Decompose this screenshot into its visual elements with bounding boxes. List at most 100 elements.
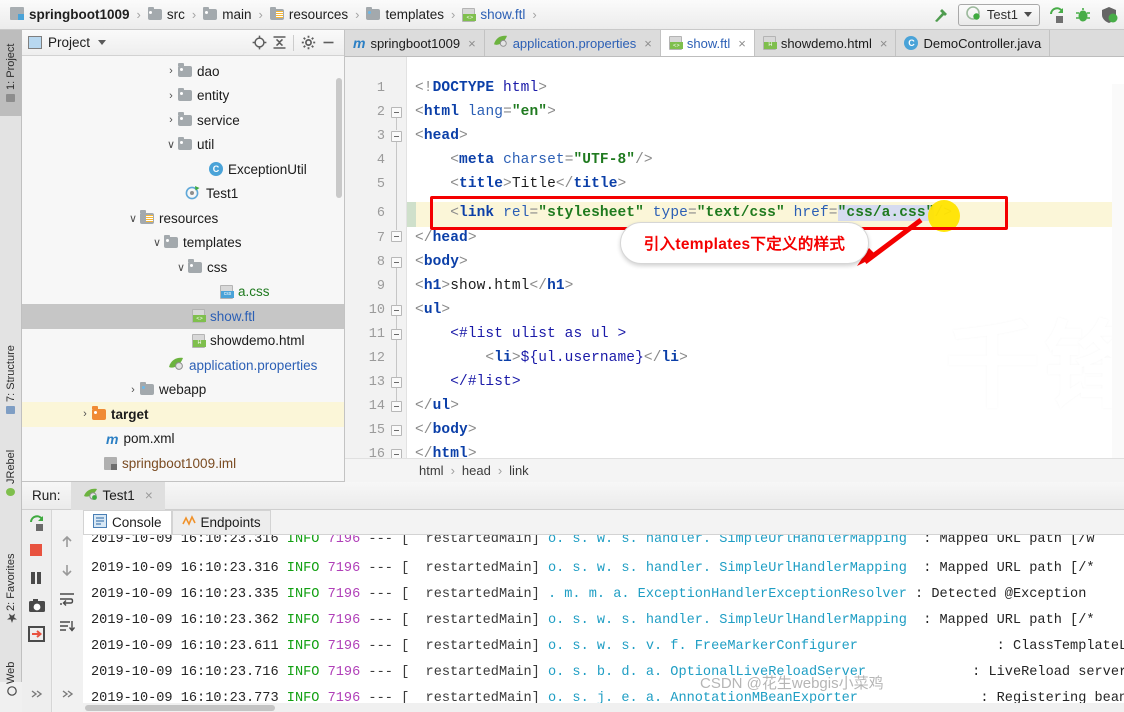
console-hscrollbar[interactable] [83,703,1124,712]
stop-icon[interactable] [28,542,46,560]
breadcrumb-item-templates[interactable]: templates [366,6,444,22]
chevron-right-icon[interactable]: › [164,90,178,102]
fold-marker[interactable] [391,131,402,142]
editor-tab-showdemo-html[interactable]: showdemo.html × [754,30,897,56]
module-icon [10,6,24,23]
tree-item-target[interactable]: › target [22,402,344,427]
tab-console[interactable]: Console [83,510,172,534]
close-icon[interactable]: × [880,36,888,51]
tree-item-pom-xml[interactable]: m pom.xml [102,427,344,452]
tree-item-showdemo-html[interactable]: showdemo.html [188,329,344,354]
tree-item-show-ftl[interactable]: show.ftl [22,304,344,329]
structure-crumb-head[interactable]: head [462,463,491,478]
fold-marker[interactable] [391,401,402,412]
fold-marker[interactable] [391,305,402,316]
sidebar-item-web[interactable]: Web [0,648,22,710]
scroll-up-icon[interactable] [59,534,77,552]
tree-item-resources[interactable]: ∨ resources [122,206,344,231]
chevron-down-icon[interactable]: ∨ [174,261,188,274]
breadcrumb-item-main[interactable]: main [203,6,251,22]
fold-marker[interactable] [391,377,402,388]
collapse-all-icon[interactable] [269,33,289,53]
screenshot-icon[interactable] [28,598,46,616]
more-icon[interactable] [61,688,79,706]
resources-folder-icon [269,6,284,20]
close-icon[interactable]: × [145,488,153,503]
debug-bug-icon[interactable] [1074,6,1092,24]
fold-marker[interactable] [391,107,402,118]
project-tree-scrollbar[interactable] [335,56,344,216]
sidebar-item-project[interactable]: 1: Project [0,30,22,116]
folder-icon [203,6,218,20]
run-tab-test1[interactable]: Test1 × [70,481,165,510]
fold-marker[interactable] [391,231,402,242]
run-icon[interactable] [1048,6,1066,24]
code-editor[interactable]: 1 2 3 4 5 6 7 8 9 10 11 12 13 14 15 16 千… [345,57,1124,482]
breadcrumb-item-src[interactable]: src [147,6,185,22]
gear-icon[interactable] [298,33,318,53]
fold-marker[interactable] [391,329,402,340]
scroll-down-icon[interactable] [59,562,77,580]
tree-item-exceptionutil[interactable]: C ExceptionUtil [205,157,344,182]
hammer-icon[interactable] [932,6,950,24]
console-tab-label: Console [112,515,162,530]
more-icon[interactable] [30,688,48,706]
structure-crumb-html[interactable]: html [419,463,444,478]
chevron-down-icon[interactable] [1024,12,1032,17]
sidebar-item-structure[interactable]: 7: Structure [0,330,22,430]
breadcrumb-item-project[interactable]: springboot1009 [10,6,130,23]
structure-crumb-link[interactable]: link [509,463,529,478]
editor-tab-application-properties[interactable]: application.properties × [484,30,661,56]
close-icon[interactable]: × [738,36,746,51]
chevron-down-icon[interactable]: ∨ [150,236,164,249]
pause-icon[interactable] [28,570,46,588]
close-icon[interactable]: × [644,36,652,51]
tree-item-test1[interactable]: Test1 [181,182,344,207]
editor-tab-show-ftl[interactable]: show.ftl × [660,30,755,56]
chevron-down-icon[interactable]: ∨ [126,212,140,225]
chevron-down-icon[interactable]: ∨ [164,138,178,151]
chevron-right-icon[interactable]: › [126,384,140,396]
editor-tab-democontroller-java[interactable]: C DemoController.java [896,30,1051,56]
close-icon[interactable]: × [468,36,476,51]
console-output[interactable]: 2019-10-09 16:10:23.316 INFO 7196 --- [ … [83,534,1124,712]
fold-marker[interactable] [391,257,402,268]
tree-item-iml[interactable]: springboot1009.iml [100,451,344,476]
chevron-right-icon[interactable]: › [164,65,178,77]
editor-tab-springboot1009[interactable]: m springboot1009 × [345,30,485,56]
sidebar-item-favorites[interactable]: 2: Favorites [0,536,22,640]
line-number: 10 [368,303,385,318]
project-tool-window: Project › dao › entity › service ∨ util … [22,30,345,482]
tree-item-dao[interactable]: › dao [160,59,344,84]
editor-tab-label: springboot1009 [370,35,461,51]
tab-endpoints[interactable]: Endpoints [171,510,271,534]
editor-scrollbar[interactable] [1112,84,1124,482]
fold-marker[interactable] [391,425,402,436]
run-configuration-selector[interactable]: Test1 [957,3,1040,26]
soft-wrap-icon[interactable] [59,592,77,610]
folder-icon [188,259,202,273]
tree-item-css-folder[interactable]: ∨ css [170,255,344,280]
tree-item-application-properties[interactable]: application.properties [164,353,344,378]
sidebar-item-jrebel[interactable]: JRebel [0,436,22,510]
rerun-icon[interactable] [28,514,46,532]
run-config-name: Test1 [986,7,1018,22]
chevron-right-icon[interactable]: › [164,114,178,126]
chevron-down-icon[interactable] [98,40,107,45]
scroll-to-end-icon[interactable] [59,620,77,638]
run-coverage-icon[interactable] [1100,6,1118,24]
log-line: 2019-10-09 16:10:23.611 INFO 7196 --- [ … [91,639,1124,654]
breadcrumb-item-resources[interactable]: resources [269,6,348,22]
breadcrumb-item-file[interactable]: show.ftl [462,7,525,22]
export-icon[interactable] [28,626,46,644]
tree-item-a-css[interactable]: a.css [216,280,344,305]
chevron-right-icon[interactable]: › [78,408,92,420]
tree-item-service[interactable]: › service [160,108,344,133]
target-icon[interactable] [249,33,269,53]
minimize-icon[interactable] [318,33,338,53]
tree-item-templates[interactable]: ∨ templates [146,231,344,256]
tree-item-webapp[interactable]: › webapp [122,378,344,403]
tree-item-util[interactable]: ∨ util [160,133,344,158]
tree-item-entity[interactable]: › entity [160,84,344,109]
project-tree[interactable]: › dao › entity › service ∨ util C Except… [22,56,344,482]
